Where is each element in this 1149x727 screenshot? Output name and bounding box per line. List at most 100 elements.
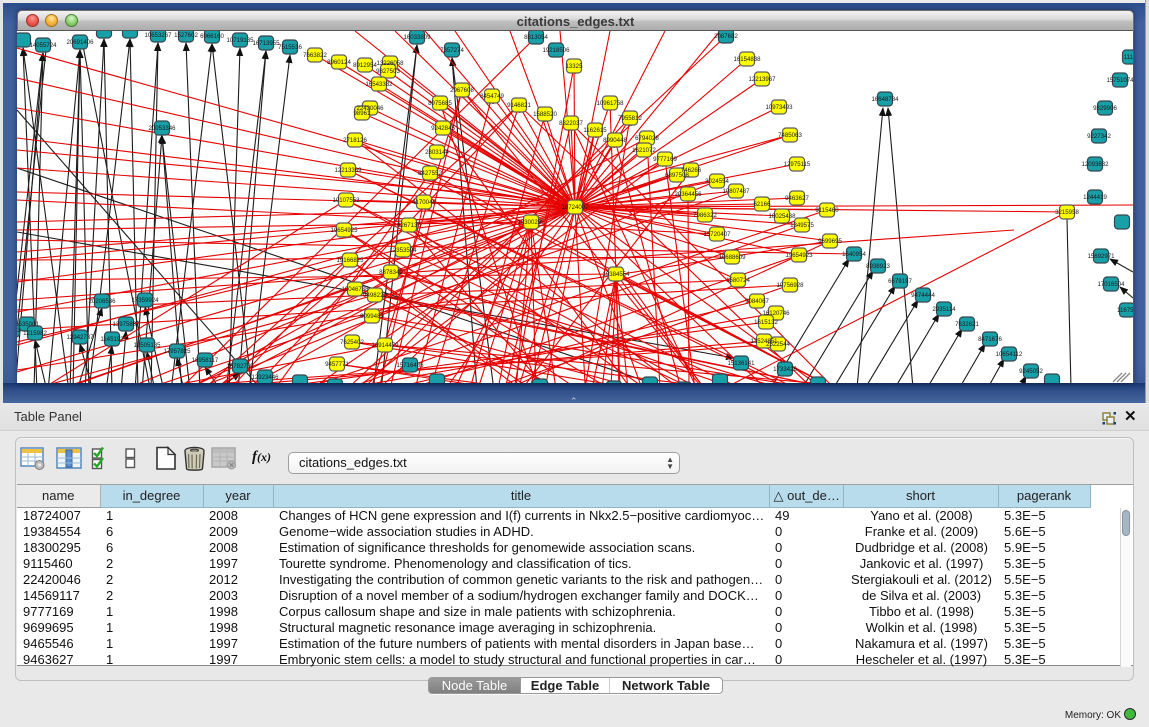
- svg-text:1145193: 1145193: [100, 336, 124, 343]
- svg-text:2967608: 2967608: [450, 87, 474, 94]
- svg-text:7632621: 7632621: [955, 321, 979, 328]
- svg-text:19384554: 19384554: [602, 271, 630, 278]
- svg-text:7955812: 7955812: [618, 115, 642, 122]
- svg-text:4170046: 4170046: [412, 199, 436, 206]
- svg-text:2935114: 2935114: [932, 306, 956, 313]
- svg-text:1527602: 1527602: [174, 32, 198, 39]
- svg-text:1640954: 1640954: [842, 251, 866, 258]
- svg-text:6679197: 6679197: [888, 278, 912, 285]
- svg-text:12942737: 12942737: [66, 334, 94, 341]
- svg-text:1580724: 1580724: [726, 277, 750, 284]
- svg-text:9827503: 9827503: [376, 68, 400, 75]
- svg-text:10973493: 10973493: [765, 104, 793, 111]
- svg-text:9329906: 9329906: [1093, 105, 1117, 112]
- svg-text:6897508: 6897508: [665, 172, 689, 179]
- svg-text:9474444: 9474444: [911, 292, 935, 299]
- svg-text:12213369: 12213369: [334, 167, 362, 174]
- svg-text:10654112: 10654112: [996, 351, 1023, 358]
- svg-text:8427552: 8427552: [418, 170, 442, 177]
- svg-text:16958117: 16958117: [192, 357, 219, 364]
- svg-text:9457771: 9457771: [325, 361, 349, 368]
- svg-text:20206536: 20206536: [88, 298, 116, 305]
- svg-text:10653267: 10653267: [144, 32, 172, 39]
- svg-text:12353594: 12353594: [389, 247, 417, 254]
- svg-text:1244419: 1244419: [1083, 194, 1107, 201]
- svg-text:19654925: 19654925: [330, 227, 358, 234]
- svg-text:8975685: 8975685: [428, 100, 452, 107]
- svg-text:10688609: 10688609: [718, 254, 746, 261]
- svg-text:10807487: 10807487: [722, 188, 750, 195]
- svg-text:19654923: 19654923: [785, 252, 813, 259]
- svg-text:10025438: 10025438: [768, 213, 796, 220]
- svg-text:16914479: 16914479: [371, 342, 399, 349]
- svg-text:7986322: 7986322: [693, 212, 717, 219]
- svg-text:16120746: 16120746: [762, 310, 790, 317]
- svg-text:15136141: 15136141: [727, 360, 755, 367]
- svg-text:12505135: 12505135: [133, 342, 161, 349]
- svg-text:9227342: 9227342: [1087, 133, 1111, 140]
- svg-text:13226058: 13226058: [376, 60, 404, 67]
- svg-text:7357274: 7357274: [440, 47, 464, 54]
- svg-text:13975887: 13975887: [112, 321, 140, 328]
- svg-text:9084067: 9084067: [745, 298, 769, 305]
- svg-text:9777169: 9777169: [653, 156, 677, 163]
- svg-text:10107553: 10107553: [332, 197, 360, 204]
- svg-text:9245052: 9245052: [1019, 368, 1043, 375]
- svg-text:12975115: 12975115: [784, 161, 811, 168]
- svg-text:8322037: 8322037: [559, 120, 583, 127]
- svg-text:1733426: 1733426: [773, 366, 797, 373]
- svg-text:2522544: 2522544: [766, 341, 790, 348]
- svg-text:1588520: 1588520: [533, 111, 557, 118]
- svg-text:7625402: 7625402: [340, 339, 364, 346]
- svg-text:1112: 1112: [1124, 54, 1133, 61]
- svg-text:1615132: 1615132: [754, 319, 778, 326]
- svg-text:20691406: 20691406: [66, 39, 94, 46]
- svg-text:16033809: 16033809: [403, 34, 431, 41]
- svg-text:15716485: 15716485: [396, 362, 424, 369]
- svg-text:16782759: 16782759: [226, 363, 254, 370]
- svg-text:18724007: 18724007: [561, 204, 589, 211]
- svg-text:6966160: 6966160: [200, 33, 224, 40]
- svg-text:8454749: 8454749: [480, 93, 504, 100]
- svg-text:10719135: 10719135: [226, 37, 254, 44]
- svg-text:17957825: 17957825: [163, 348, 191, 355]
- svg-text:16154838: 16154838: [733, 56, 761, 63]
- svg-text:8267130: 8267130: [397, 222, 421, 229]
- svg-text:7663822: 7663822: [303, 52, 327, 59]
- svg-text:18300295: 18300295: [517, 219, 545, 226]
- svg-text:14055724: 14055724: [29, 42, 57, 49]
- svg-text:8471676: 8471676: [978, 336, 1002, 343]
- svg-text:8938923: 8938923: [866, 263, 890, 270]
- svg-text:98961: 98961: [354, 110, 372, 117]
- svg-text:12923446: 12923446: [251, 374, 279, 381]
- svg-text:12093832: 12093832: [1081, 161, 1109, 168]
- svg-text:8912954: 8912954: [353, 62, 377, 69]
- svg-text:8099489: 8099489: [360, 313, 384, 320]
- svg-text:8990448: 8990448: [603, 137, 627, 144]
- svg-text:12213967: 12213967: [748, 76, 776, 83]
- svg-text:1621072: 1621072: [632, 147, 656, 154]
- svg-text:2803144: 2803144: [425, 149, 449, 156]
- svg-text:15692971: 15692971: [1087, 253, 1115, 260]
- svg-text:20053346: 20053346: [148, 125, 176, 132]
- svg-text:2718126: 2718126: [343, 137, 367, 144]
- svg-text:17016504: 17016504: [1097, 281, 1125, 288]
- svg-text:9242845: 9242845: [431, 125, 455, 132]
- svg-text:3024554: 3024554: [705, 178, 729, 185]
- svg-text:1215982: 1215982: [23, 330, 47, 337]
- svg-text:15751074: 15751074: [1106, 77, 1133, 84]
- svg-text:6794028: 6794028: [635, 135, 659, 142]
- svg-text:2087682: 2087682: [714, 33, 738, 40]
- svg-text:17359924: 17359924: [131, 297, 159, 304]
- svg-text:10756928: 10756928: [776, 282, 804, 289]
- svg-text:9146821: 9146821: [507, 102, 531, 109]
- svg-text:9463627: 9463627: [785, 195, 809, 202]
- svg-text:8878342: 8878342: [379, 269, 403, 276]
- svg-text:7515536: 7515536: [278, 44, 302, 51]
- svg-text:15720407: 15720407: [703, 231, 731, 238]
- svg-text:19166825: 19166825: [336, 257, 364, 264]
- svg-text:10961758: 10961758: [596, 100, 624, 107]
- svg-text:16648784: 16648784: [871, 96, 899, 103]
- svg-text:16713955: 16713955: [252, 40, 280, 47]
- svg-text:20364456: 20364456: [674, 191, 702, 198]
